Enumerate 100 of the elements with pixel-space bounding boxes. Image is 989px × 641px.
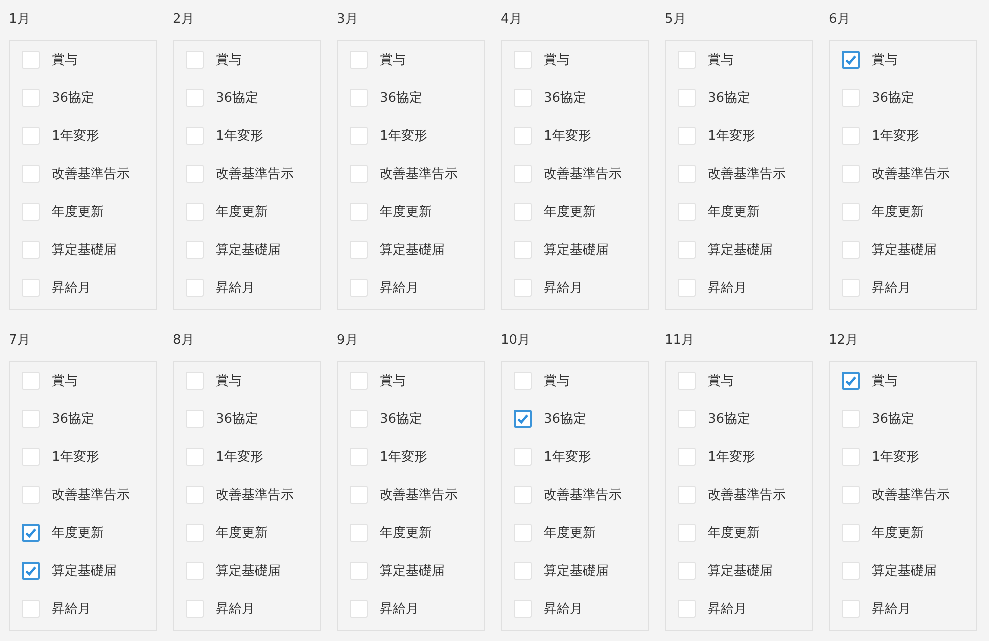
checkbox-label: 賞与 — [216, 373, 242, 390]
month-label: 3月 — [337, 11, 360, 29]
checkbox-label: 年度更新 — [544, 204, 596, 221]
checkbox-label: 賞与 — [872, 52, 898, 69]
checkbox-label: 1年変形 — [216, 449, 264, 466]
checkbox[interactable] — [842, 51, 860, 69]
checkbox-label: 年度更新 — [872, 525, 924, 542]
checkbox-label: 改善基準告示 — [872, 166, 950, 183]
month-label: 4月 — [501, 11, 524, 29]
checkbox-label: 年度更新 — [52, 525, 104, 542]
checkbox-label: 昇給月 — [544, 601, 583, 618]
checkbox-label: 36協定 — [380, 90, 423, 107]
checkbox-label: 年度更新 — [380, 204, 432, 221]
checkbox-label: 昇給月 — [52, 280, 91, 297]
checkbox-label: 改善基準告示 — [52, 487, 130, 504]
checkbox-label: 昇給月 — [872, 601, 911, 618]
checkbox-label: 算定基礎届 — [216, 242, 281, 259]
checkbox-label: 算定基礎届 — [52, 242, 117, 259]
checkbox-label: 年度更新 — [52, 204, 104, 221]
checkbox-label: 昇給月 — [216, 280, 255, 297]
checkbox-label: 1年変形 — [708, 128, 756, 145]
checkbox-label: 36協定 — [872, 411, 915, 428]
checkbox-label: 賞与 — [708, 373, 734, 390]
month-label: 10月 — [501, 332, 532, 350]
checkbox-label: 1年変形 — [708, 449, 756, 466]
checkbox-label: 賞与 — [380, 373, 406, 390]
checkbox-label: 年度更新 — [380, 525, 432, 542]
checkbox-label: 1年変形 — [872, 128, 920, 145]
month-label: 1月 — [9, 11, 32, 29]
month-label: 5月 — [665, 11, 688, 29]
checkbox-label: 改善基準告示 — [380, 166, 458, 183]
checkbox[interactable] — [514, 410, 532, 428]
checkbox-label: 年度更新 — [544, 525, 596, 542]
checkbox-label: 改善基準告示 — [52, 166, 130, 183]
month-label: 6月 — [829, 11, 852, 29]
checkbox-label: 改善基準告示 — [216, 166, 294, 183]
checkbox-label: 算定基礎届 — [872, 242, 937, 259]
checkbox-label: 36協定 — [544, 411, 587, 428]
checkbox-label: 36協定 — [544, 90, 587, 107]
checkbox-label: 改善基準告示 — [544, 166, 622, 183]
checkbox-label: 算定基礎届 — [544, 242, 609, 259]
checkbox-label: 年度更新 — [216, 204, 268, 221]
checkbox-label: 算定基礎届 — [872, 563, 937, 580]
month-label: 9月 — [337, 332, 360, 350]
checkbox-label: 算定基礎届 — [380, 563, 445, 580]
checkbox-label: 昇給月 — [52, 601, 91, 618]
checkbox-label: 改善基準告示 — [544, 487, 622, 504]
checkbox-label: 賞与 — [52, 52, 78, 69]
checkbox-label: 昇給月 — [216, 601, 255, 618]
checkbox-label: 36協定 — [216, 411, 259, 428]
checkbox-label: 昇給月 — [380, 601, 419, 618]
month-label: 12月 — [829, 332, 860, 350]
checkbox-label: 改善基準告示 — [216, 487, 294, 504]
checkbox-label: 36協定 — [52, 90, 95, 107]
checkbox-label: 1年変形 — [380, 128, 428, 145]
checkbox-label: 昇給月 — [708, 601, 747, 618]
checkbox-label: 算定基礎届 — [544, 563, 609, 580]
checkbox-label: 賞与 — [216, 52, 242, 69]
checkbox-label: 年度更新 — [872, 204, 924, 221]
checkbox-label: 賞与 — [52, 373, 78, 390]
checkbox-label: 改善基準告示 — [708, 166, 786, 183]
checkbox-label: 昇給月 — [708, 280, 747, 297]
checkbox-label: 昇給月 — [872, 280, 911, 297]
checkbox-label: 算定基礎届 — [216, 563, 281, 580]
checkbox-label: 算定基礎届 — [52, 563, 117, 580]
checkbox[interactable] — [22, 562, 40, 580]
checkbox-label: 36協定 — [380, 411, 423, 428]
checkbox-label: 1年変形 — [52, 128, 100, 145]
check-icon — [844, 53, 858, 67]
checkbox-label: 改善基準告示 — [380, 487, 458, 504]
checkbox-label: 1年変形 — [544, 128, 592, 145]
checkbox-label: 1年変形 — [52, 449, 100, 466]
checkbox-label: 36協定 — [52, 411, 95, 428]
checkbox-label: 年度更新 — [708, 525, 760, 542]
month-label: 11月 — [665, 332, 696, 350]
checkbox-label: 賞与 — [708, 52, 734, 69]
month-label: 8月 — [173, 332, 196, 350]
checkbox-label: 昇給月 — [380, 280, 419, 297]
month-label: 2月 — [173, 11, 196, 29]
checkbox-label: 36協定 — [872, 90, 915, 107]
checkbox-label: 1年変形 — [380, 449, 428, 466]
checkbox-label: 年度更新 — [708, 204, 760, 221]
checkbox-label: 賞与 — [872, 373, 898, 390]
checkbox-label: 36協定 — [708, 90, 751, 107]
check-icon — [24, 564, 38, 578]
checkbox-label: 36協定 — [708, 411, 751, 428]
checkbox-label: 1年変形 — [872, 449, 920, 466]
check-icon — [516, 412, 530, 426]
checkbox-label: 36協定 — [216, 90, 259, 107]
checkbox-label: 算定基礎届 — [708, 563, 773, 580]
checkbox-label: 賞与 — [544, 52, 570, 69]
checkbox-label: 1年変形 — [216, 128, 264, 145]
checkbox[interactable] — [842, 372, 860, 390]
checkbox-label: 賞与 — [544, 373, 570, 390]
checkbox-label: 昇給月 — [544, 280, 583, 297]
check-icon — [24, 526, 38, 540]
checkbox-label: 賞与 — [380, 52, 406, 69]
checkbox-label: 改善基準告示 — [872, 487, 950, 504]
checkbox-label: 算定基礎届 — [380, 242, 445, 259]
checkbox[interactable] — [22, 524, 40, 542]
